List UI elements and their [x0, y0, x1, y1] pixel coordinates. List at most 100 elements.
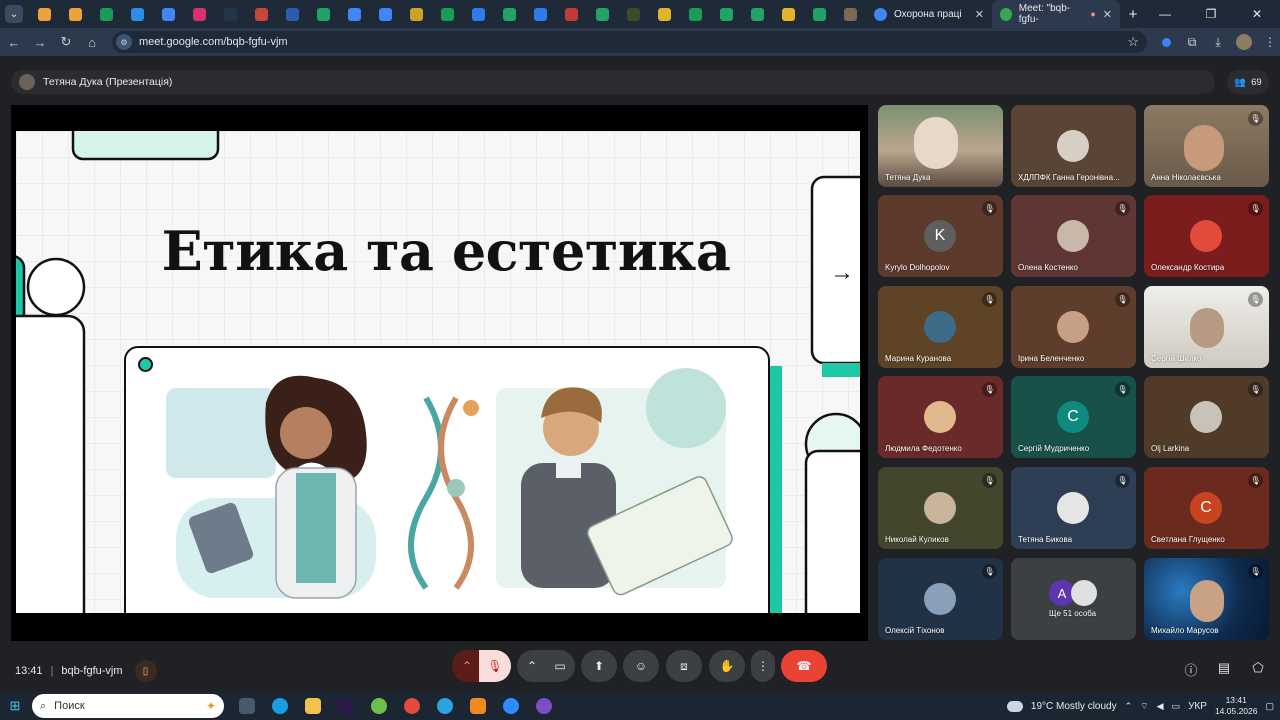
pinned-tab[interactable]: [804, 0, 835, 28]
network-icon[interactable]: ⌔: [1140, 701, 1148, 712]
participant-tile[interactable]: 🎙 K Kyrylo Dolhopolov: [878, 195, 1003, 277]
speaker-icon[interactable]: ◀: [1157, 701, 1164, 712]
language-indicator[interactable]: УКР: [1188, 701, 1207, 712]
pinned-tab[interactable]: [308, 0, 339, 28]
pinned-tab[interactable]: [339, 0, 370, 28]
camera-button[interactable]: ▭: [545, 650, 575, 682]
meeting-details-icon[interactable]: ⓘ: [1181, 660, 1201, 679]
profile-avatar[interactable]: [1235, 33, 1253, 51]
chat-icon[interactable]: ▤: [1214, 660, 1234, 676]
extensions-puzzle-icon[interactable]: ⧉: [1183, 33, 1201, 51]
vlc-icon[interactable]: [461, 692, 494, 720]
taskbar-search[interactable]: ⌕ Поиск ✦: [32, 694, 224, 718]
reload-icon[interactable]: ↻: [54, 30, 78, 54]
close-icon[interactable]: ✕: [975, 8, 984, 21]
browser-menu-icon[interactable]: ⋮: [1261, 33, 1279, 51]
participant-tile[interactable]: 🎙 Олексій Тіхонов: [878, 558, 1003, 640]
participant-tile[interactable]: 🎙 Анна Ніколаєвська: [1144, 105, 1269, 187]
participant-tile[interactable]: 🎙 Олена Костенко: [1011, 195, 1136, 277]
pinned-tab[interactable]: [153, 0, 184, 28]
pinned-tab[interactable]: [587, 0, 618, 28]
task-view-icon[interactable]: [230, 692, 263, 720]
notifications-icon[interactable]: ▢: [1265, 701, 1274, 712]
forward-icon[interactable]: →: [28, 30, 52, 54]
pinned-tab[interactable]: [494, 0, 525, 28]
chrome-icon[interactable]: [395, 692, 428, 720]
pinned-tab[interactable]: [122, 0, 153, 28]
pinned-tab[interactable]: [60, 0, 91, 28]
pinned-tab[interactable]: [742, 0, 773, 28]
pinned-tab[interactable]: [556, 0, 587, 28]
participant-tile[interactable]: 🎙 Николай Куликов: [878, 467, 1003, 549]
file-explorer-icon[interactable]: [296, 692, 329, 720]
participant-tile[interactable]: 🎙 Олександр Костира: [1144, 195, 1269, 277]
participant-tile[interactable]: 🎙 Людмила Федотенко: [878, 376, 1003, 458]
leave-call-button[interactable]: ☎: [781, 650, 827, 682]
telegram-icon[interactable]: [428, 692, 461, 720]
pinned-tab[interactable]: [370, 0, 401, 28]
bookmark-star-icon[interactable]: ☆: [1127, 34, 1139, 50]
taskbar-clock[interactable]: 13:41 14.05.2026: [1215, 695, 1258, 717]
tab-search-icon[interactable]: ⌄: [5, 5, 23, 23]
address-bar[interactable]: ⚙ meet.google.com/bqb-fgfu-vjm ☆: [112, 31, 1147, 53]
participant-tile[interactable]: 🎙 С Сергій Мудриченко: [1011, 376, 1136, 458]
participant-tile[interactable]: 🎙 Olj Larkina: [1144, 376, 1269, 458]
pinned-tab[interactable]: [246, 0, 277, 28]
pinned-tab[interactable]: [649, 0, 680, 28]
pinned-tab[interactable]: [618, 0, 649, 28]
pinned-tab[interactable]: [835, 0, 866, 28]
battery-icon[interactable]: ▭: [1172, 701, 1181, 712]
audio-options-button[interactable]: ⌃: [452, 650, 482, 682]
edge-icon[interactable]: [263, 692, 296, 720]
participants-button[interactable]: 👥 69: [1227, 70, 1269, 94]
participant-tile[interactable]: 🎙 Михайло Марусов: [1144, 558, 1269, 640]
participant-tile[interactable]: 🎙 Ірина Беленченко: [1011, 286, 1136, 368]
pinned-tab[interactable]: [680, 0, 711, 28]
slide-title: Етика та естетика: [161, 219, 731, 283]
captions-button[interactable]: ⧈: [666, 650, 702, 682]
reactions-button[interactable]: ☺: [623, 650, 659, 682]
site-info-icon[interactable]: ⚙: [116, 34, 132, 50]
minimize-icon[interactable]: —: [1142, 0, 1188, 28]
pinned-tab[interactable]: [773, 0, 804, 28]
pinned-tab[interactable]: [463, 0, 494, 28]
activities-icon[interactable]: ⬠: [1248, 660, 1268, 676]
more-options-button[interactable]: ⋮: [751, 650, 775, 682]
pinned-tab[interactable]: [401, 0, 432, 28]
downloads-icon[interactable]: ⤓: [1209, 33, 1227, 51]
tab-meet[interactable]: Meet: "bqb-fgfu- ● ✕: [992, 0, 1120, 28]
viber-icon[interactable]: [527, 692, 560, 720]
pinned-tab[interactable]: [29, 0, 60, 28]
participant-tile[interactable]: 🎙 С Светлана Глущенко: [1144, 467, 1269, 549]
pinned-tab[interactable]: [525, 0, 556, 28]
companion-mode-icon[interactable]: ▯: [134, 660, 157, 682]
participant-tile[interactable]: 🎙 Тетяна Бикова: [1011, 467, 1136, 549]
back-icon[interactable]: ←: [2, 30, 26, 54]
tab-okhorona-pratsi[interactable]: Охорона праці ✕: [866, 0, 992, 28]
participant-tile[interactable]: Тетяна Дука: [878, 105, 1003, 187]
tray-overflow-icon[interactable]: ⌃: [1125, 701, 1133, 712]
more-participants-tile[interactable]: A Ще 51 особа: [1011, 558, 1136, 640]
present-screen-button[interactable]: ⬆: [581, 650, 617, 682]
raise-hand-button[interactable]: ✋: [709, 650, 745, 682]
participant-tile[interactable]: 🎙 Сергій Шилко: [1144, 286, 1269, 368]
close-window-icon[interactable]: ✕: [1234, 0, 1280, 28]
home-icon[interactable]: ⌂: [80, 30, 104, 54]
start-menu-icon[interactable]: ⊞: [0, 692, 30, 720]
close-icon[interactable]: ✕: [1103, 8, 1112, 21]
pinned-tab[interactable]: [91, 0, 122, 28]
video-options-button[interactable]: ⌃: [517, 650, 547, 682]
pinned-tab[interactable]: [215, 0, 246, 28]
participant-tile[interactable]: ХДЛПФК Ганна Геронівна...: [1011, 105, 1136, 187]
utorrent-icon[interactable]: [362, 692, 395, 720]
pinned-tab[interactable]: [277, 0, 308, 28]
pinned-tab[interactable]: [184, 0, 215, 28]
pinned-tab[interactable]: [711, 0, 742, 28]
restore-icon[interactable]: ❐: [1188, 0, 1234, 28]
mic-off-button[interactable]: 🎙: [479, 650, 511, 682]
premiere-icon[interactable]: [329, 692, 362, 720]
extension-dot-icon[interactable]: [1157, 33, 1175, 51]
zoom-icon[interactable]: [494, 692, 527, 720]
pinned-tab[interactable]: [432, 0, 463, 28]
participant-tile[interactable]: 🎙 Марина Куранова: [878, 286, 1003, 368]
